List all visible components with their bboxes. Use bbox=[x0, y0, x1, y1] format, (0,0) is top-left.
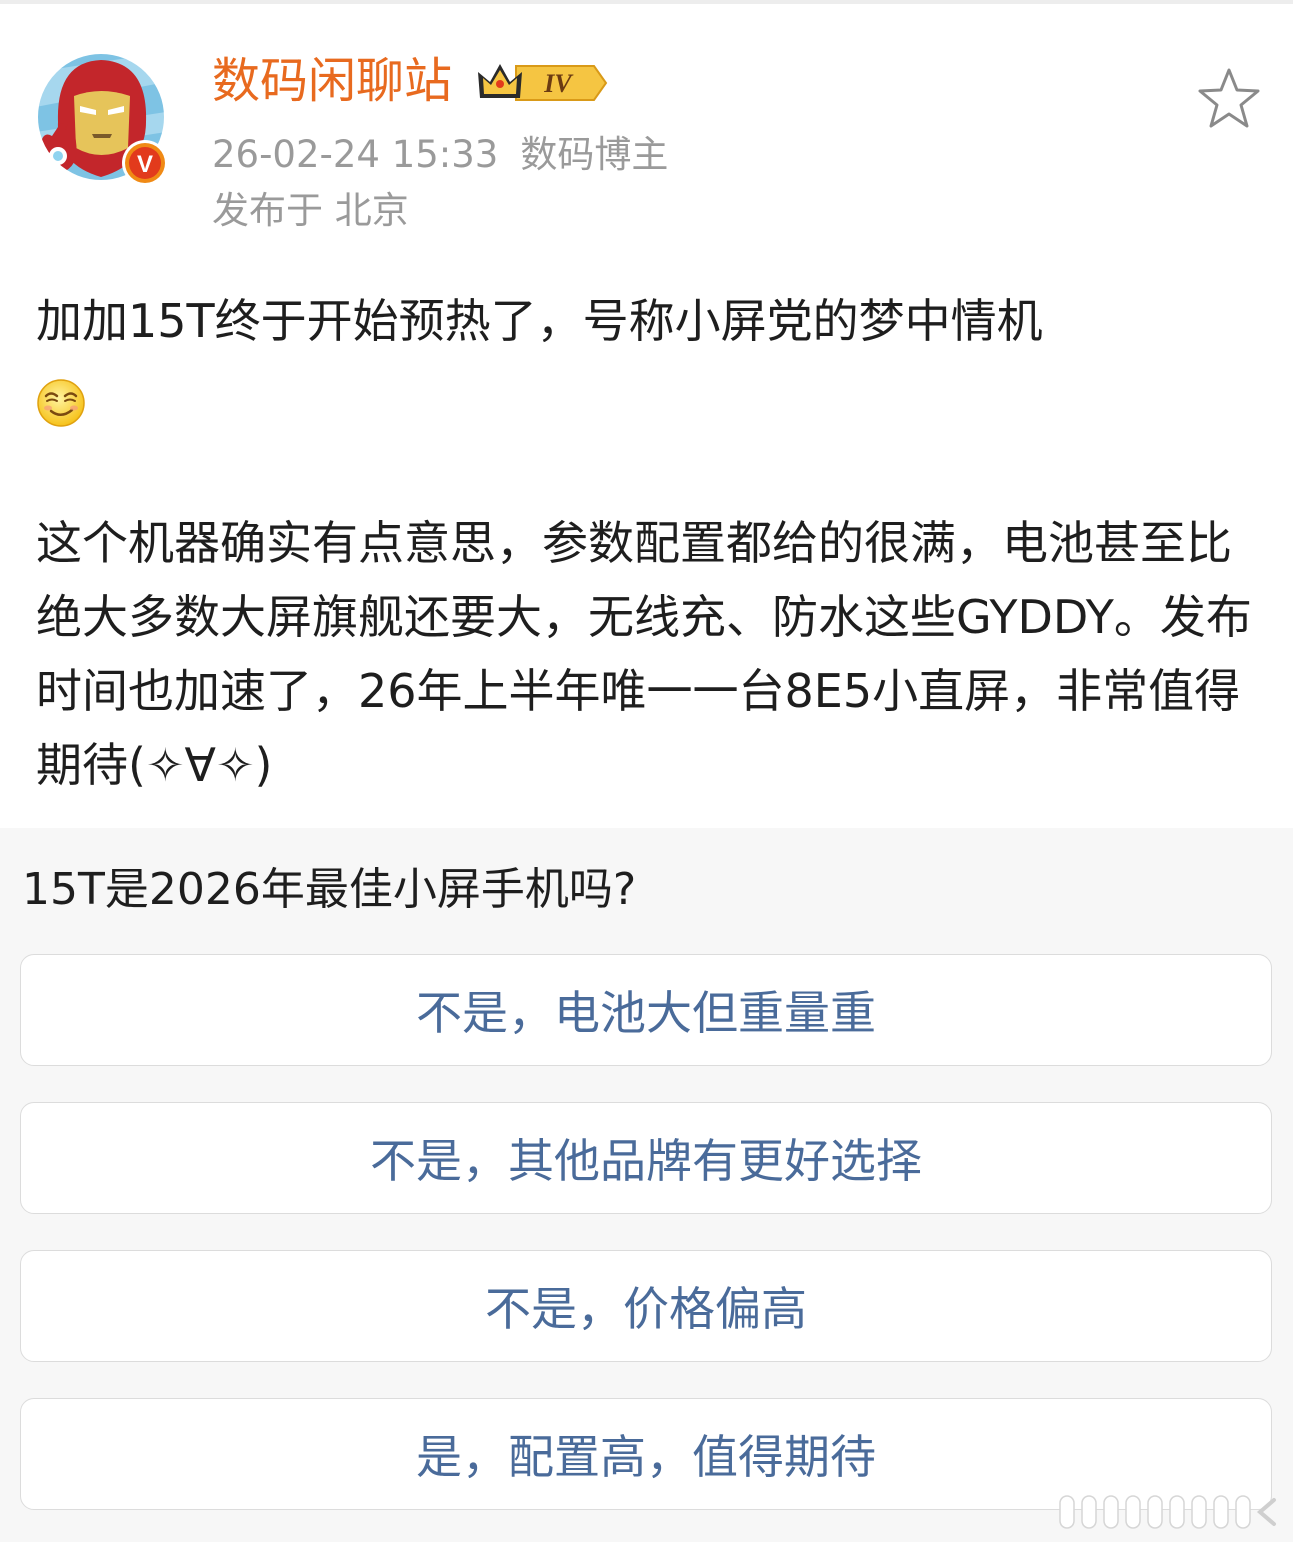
post-location: 发布于 北京 bbox=[212, 189, 409, 232]
smirk-emoji-icon bbox=[37, 379, 85, 427]
author-name[interactable]: 数码闲聊站 bbox=[212, 50, 452, 112]
top-divider bbox=[0, 0, 1293, 4]
author-role: 数码博主 bbox=[520, 133, 669, 176]
post-meta: 26-02-24 15:33 数码博主 bbox=[212, 130, 668, 180]
emoji-line bbox=[36, 358, 1266, 432]
poll-option-2[interactable]: 不是，其他品牌有更好选择 bbox=[20, 1102, 1272, 1214]
post-timestamp: 26-02-24 15:33 bbox=[212, 133, 499, 176]
poll-option-1[interactable]: 不是，电池大但重量重 bbox=[20, 954, 1272, 1066]
poll-card: 15T是2026年最佳小屏手机吗? 不是，电池大但重量重 不是，其他品牌有更好选… bbox=[0, 828, 1293, 1542]
poll-option-3[interactable]: 不是，价格偏高 bbox=[20, 1250, 1272, 1362]
post-paragraph-1: 加加15T终于开始预热了，号称小屏党的梦中情机 bbox=[36, 294, 1043, 348]
poll-question: 15T是2026年最佳小屏手机吗? bbox=[22, 864, 637, 915]
verified-badge-label: V bbox=[137, 151, 153, 178]
post-paragraph-2: 这个机器确实有点意思，参数配置都给的很满，电池甚至比绝大多数大屏旗舰还要大，无线… bbox=[36, 516, 1252, 792]
watermark-icon bbox=[1059, 1495, 1276, 1529]
post-content: 加加15T终于开始预热了，号称小屏党的梦中情机 这个机器确实有点意思，参数配置都… bbox=[36, 284, 1266, 802]
verified-badge-icon: V bbox=[122, 140, 168, 186]
level-badge-label: IV bbox=[543, 69, 574, 98]
crown-level-badge-icon[interactable]: IV bbox=[476, 58, 608, 108]
star-favorite-icon[interactable] bbox=[1196, 66, 1262, 130]
